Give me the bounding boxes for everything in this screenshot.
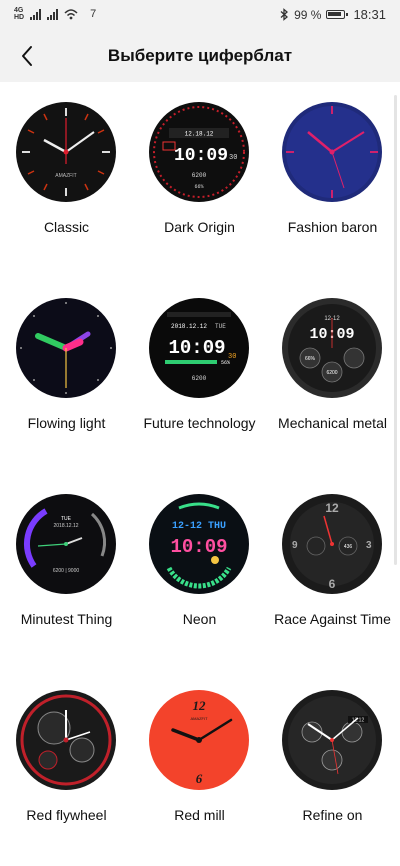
watchface-red-flywheel[interactable]: Red flywheel [0, 670, 133, 866]
svg-text:9: 9 [292, 540, 298, 551]
svg-text:6200: 6200 [326, 370, 337, 376]
app-header: Выберите циферблат [0, 30, 400, 82]
watchface-flowing-light-preview [16, 298, 116, 398]
watchface-red-mill-preview: 12 6 AMAZFIT [149, 690, 249, 790]
svg-text:6200: 6200 [192, 375, 207, 382]
watchface-label: Red flywheel [26, 807, 107, 823]
status-left: 4G HD 7 [14, 7, 96, 21]
status-right: 99 % 18:31 [280, 7, 386, 22]
watchface-classic-preview: AMAZFIT [16, 102, 116, 202]
svg-text:436: 436 [344, 544, 353, 550]
watchface-fashion-baron[interactable]: Fashion baron [266, 82, 399, 278]
svg-text:12.18.12: 12.18.12 [185, 131, 214, 138]
scrollbar[interactable] [394, 95, 397, 565]
watchface-race-against-time[interactable]: 12 6 9 3 436 Race Against Time [266, 474, 399, 670]
watchface-future-technology[interactable]: 2018.12.12 TUE 10:09 30 56% 6200 Future … [133, 278, 266, 474]
svg-text:6200 | 9000: 6200 | 9000 [53, 568, 80, 574]
svg-text:12: 12 [325, 501, 339, 515]
watchface-label: Race Against Time [274, 611, 391, 627]
battery-percent: 99 % [294, 7, 322, 22]
watchface-classic[interactable]: AMAZFIT Classic [0, 82, 133, 278]
wifi-icon [64, 9, 78, 20]
watchface-red-flywheel-preview [16, 690, 116, 790]
svg-text:6: 6 [196, 771, 203, 786]
watchface-minutest-thing[interactable]: TUE 2018.12.12 6200 | 9000 Minutest Thin… [0, 474, 133, 670]
watchface-fashion-baron-preview [282, 102, 382, 202]
svg-text:TUE: TUE [215, 323, 226, 330]
signal-icon-2 [47, 8, 59, 20]
watchface-label: Flowing light [27, 415, 106, 431]
watchface-label: Minutest Thing [20, 611, 113, 627]
svg-text:12-12 THU: 12-12 THU [172, 521, 226, 532]
watchface-label: Mechanical metal [278, 415, 387, 431]
watchface-label: Red mill [174, 807, 225, 823]
svg-text:2018.12.12: 2018.12.12 [53, 523, 78, 529]
battery-icon [326, 10, 349, 19]
svg-text:6200: 6200 [192, 172, 207, 179]
watchface-neon-preview: 12-12 THU 10:09 [149, 494, 249, 594]
svg-text:56%: 56% [221, 360, 230, 366]
watchface-flowing-light[interactable]: Flowing light [0, 278, 133, 474]
svg-text:10:09: 10:09 [174, 146, 228, 166]
network-type: 4G HD [14, 7, 25, 21]
watchface-label: Future technology [143, 415, 256, 431]
svg-text:2018.12.12: 2018.12.12 [171, 323, 207, 330]
svg-text:AMAZFIT: AMAZFIT [190, 716, 208, 721]
svg-text:12: 12 [193, 698, 207, 713]
status-bar: 4G HD 7 99 % 18:31 [0, 0, 400, 30]
watchface-label: Refine on [302, 807, 363, 823]
watchface-label: Fashion baron [287, 219, 378, 235]
watchface-refine-on-preview: 12.12 [282, 690, 382, 790]
svg-text:10:09: 10:09 [170, 536, 227, 558]
bluetooth-icon [280, 8, 289, 21]
svg-text:TUE: TUE [61, 516, 72, 522]
watchface-neon[interactable]: 12-12 THU 10:09 Neon [133, 474, 266, 670]
watchface-refine-on[interactable]: 12.12 Refine on [266, 670, 399, 866]
svg-text:66%: 66% [194, 184, 203, 190]
watchface-red-mill[interactable]: 12 6 AMAZFIT Red mill [133, 670, 266, 866]
svg-text:66%: 66% [305, 356, 316, 362]
notification-count: 7 [90, 8, 97, 20]
watchface-label: Neon [182, 611, 217, 627]
face-brand-text: AMAZFIT [55, 173, 76, 179]
watchface-dark-origin-preview: 12.18.12 10:09 30 6200 66% [149, 102, 249, 202]
watchface-mechanical-metal[interactable]: 12-12 10:09 66% 6200 Mechanical metal [266, 278, 399, 474]
clock: 18:31 [353, 7, 386, 22]
svg-text:6: 6 [329, 577, 336, 591]
signal-icon [30, 8, 42, 20]
svg-text:3: 3 [366, 540, 372, 551]
watchface-mechanical-metal-preview: 12-12 10:09 66% 6200 [282, 298, 382, 398]
watchface-minutest-thing-preview: TUE 2018.12.12 6200 | 9000 [16, 494, 116, 594]
watchface-label: Classic [43, 219, 90, 235]
svg-text:30: 30 [229, 154, 237, 162]
watchface-dark-origin[interactable]: 12.18.12 10:09 30 6200 66% Dark Origin [133, 82, 266, 278]
watchface-future-technology-preview: 2018.12.12 TUE 10:09 30 56% 6200 [149, 298, 249, 398]
page-title: Выберите циферблат [107, 46, 293, 65]
watchface-race-against-time-preview: 12 6 9 3 436 [282, 494, 382, 594]
watchface-label: Dark Origin [164, 219, 235, 235]
svg-text:10:09: 10:09 [168, 337, 225, 359]
